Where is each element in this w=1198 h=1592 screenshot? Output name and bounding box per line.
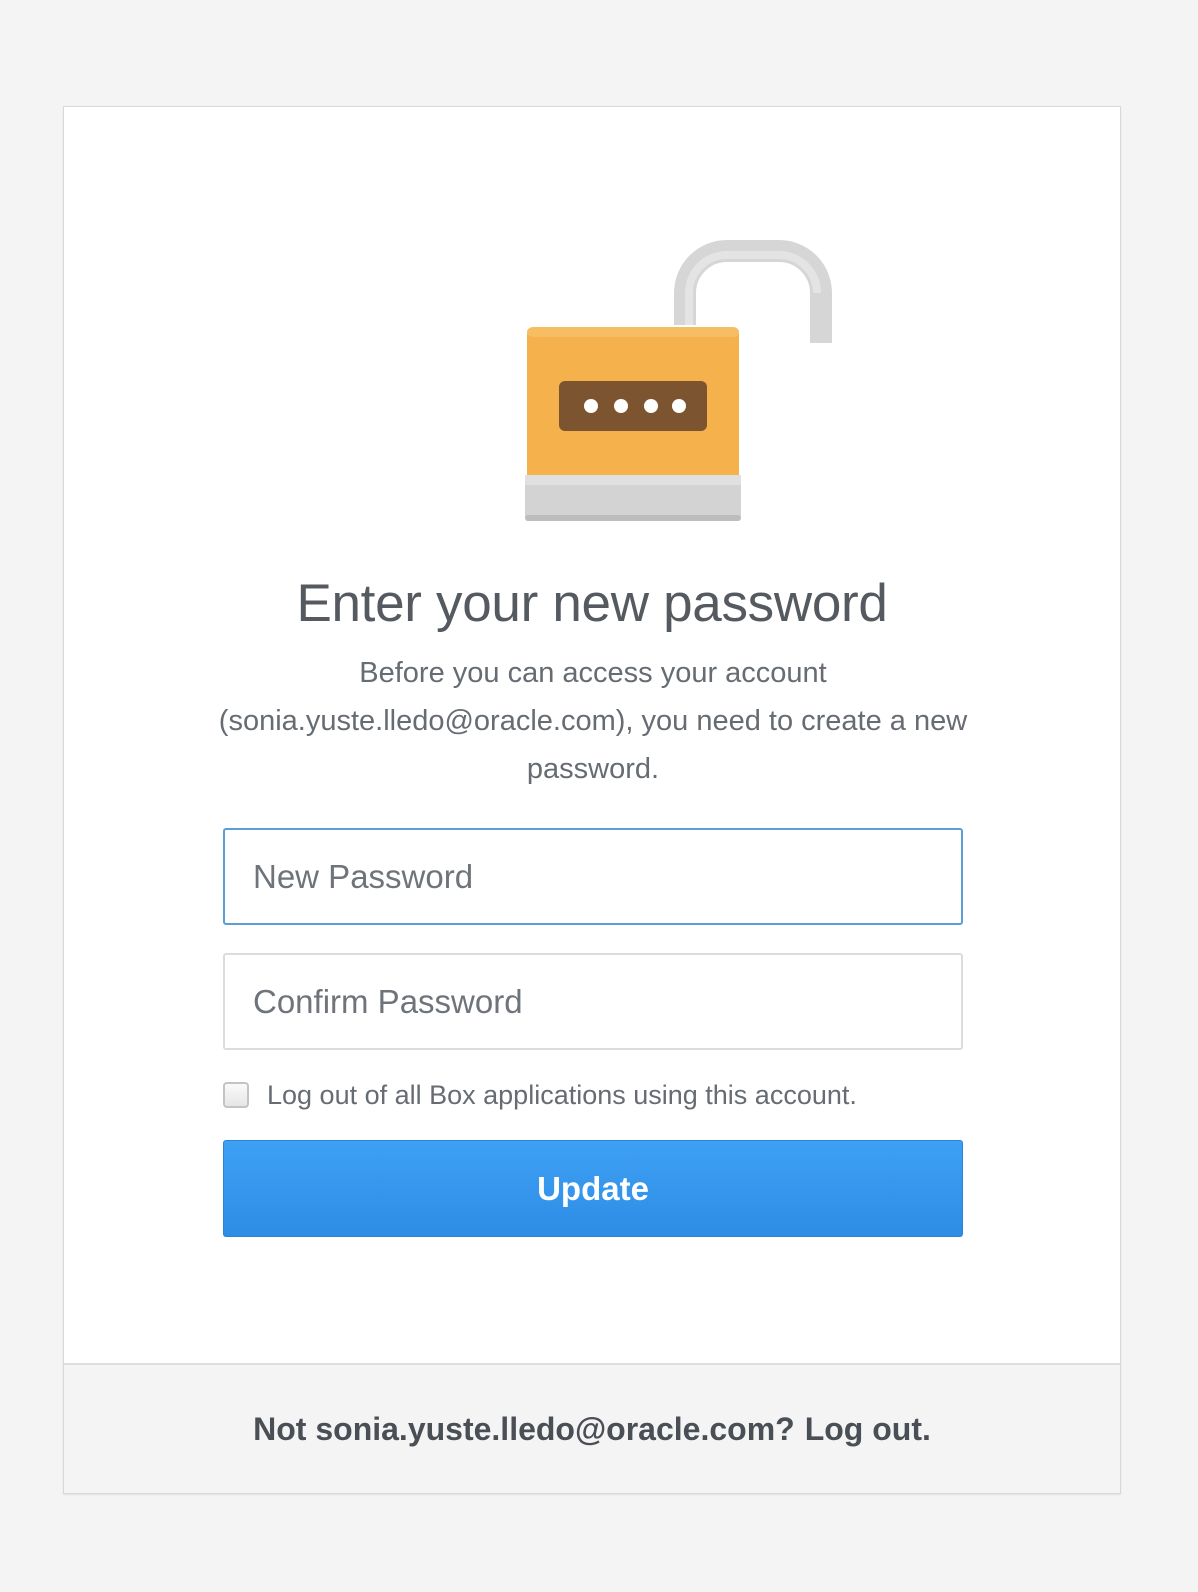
page-subtitle: Before you can access your account (soni… — [218, 657, 968, 785]
password-reset-card: Enter your new password Before you can a… — [63, 106, 1121, 1494]
confirm-password-input[interactable] — [223, 953, 963, 1050]
new-password-input[interactable] — [223, 828, 963, 925]
page-title: Enter your new password — [296, 574, 888, 633]
logout-all-option[interactable]: Log out of all Box applications using th… — [223, 1073, 857, 1117]
logout-link[interactable]: Log out. — [805, 1411, 931, 1448]
update-button[interactable]: Update — [223, 1140, 963, 1237]
unlocked-padlock-icon — [525, 240, 832, 521]
card-footer: Not sonia.yuste.lledo@oracle.com? Log ou… — [64, 1363, 1120, 1493]
card-body: Enter your new password Before you can a… — [64, 107, 1120, 1362]
logout-all-label: Log out of all Box applications using th… — [267, 1079, 857, 1110]
logout-all-checkbox[interactable] — [223, 1082, 249, 1108]
footer-account-prompt: Not sonia.yuste.lledo@oracle.com? — [253, 1410, 795, 1447]
